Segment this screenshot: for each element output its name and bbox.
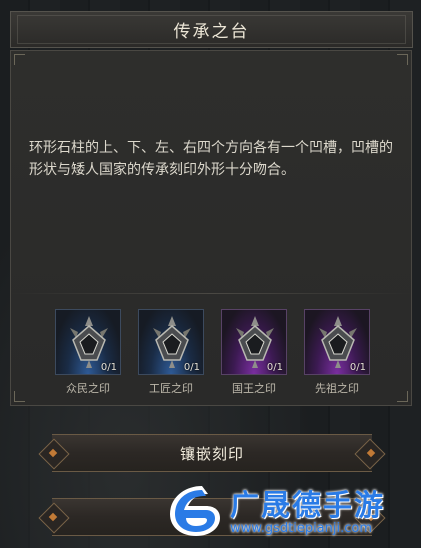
panel-divider [11,293,411,294]
seal-frame[interactable]: 0/1 [221,309,287,375]
seal-name: 先祖之印 [315,382,359,395]
watermark-url: www.gsdtiepianji.com [230,521,373,536]
seal-frame[interactable]: 0/1 [304,309,370,375]
seal-name: 工匠之印 [149,382,193,395]
seal-count: 0/1 [183,362,200,373]
panel-corner-ornament [14,391,25,402]
dialog-description: 环形石柱的上、下、左、右四个方向各有一个凹槽，凹槽的形状与矮人国家的传承刻印外形… [29,140,393,178]
seal-slot-list: 0/1 众民之印 0/1 工匠之印 0/1 国王之印 0/1 先祖之印 [55,309,375,399]
panel-corner-ornament [14,54,25,65]
watermark-logo-icon [170,486,220,536]
dialog-title: 传承之台 [173,22,250,42]
inlay-seal-button[interactable]: 镶嵌刻印 [38,434,386,472]
seal-frame[interactable]: 0/1 [138,309,204,375]
seal-slot-craftsman[interactable]: 0/1 工匠之印 [138,309,204,396]
dialog-title-bar: 传承之台 [10,11,413,48]
panel-corner-ornament [397,54,408,65]
panel-corner-ornament [397,391,408,402]
seal-slot-commoners[interactable]: 0/1 众民之印 [55,309,121,396]
seal-count: 0/1 [100,362,117,373]
seal-slot-king[interactable]: 0/1 国王之印 [221,309,287,396]
seal-count: 0/1 [266,362,283,373]
inlay-seal-button-label: 镶嵌刻印 [179,444,244,463]
seal-slot-ancestor[interactable]: 0/1 先祖之印 [304,309,370,396]
dialog-panel: 环形石柱的上、下、左、右四个方向各有一个凹槽，凹槽的形状与矮人国家的传承刻印外形… [10,50,412,406]
seal-name: 众民之印 [66,382,110,395]
seal-count: 0/1 [349,362,366,373]
seal-name: 国王之印 [232,382,276,395]
watermark: 广晟德手游 www.gsdtiepianji.com [162,476,421,548]
seal-frame[interactable]: 0/1 [55,309,121,375]
watermark-brand-name: 广晟德手游 [230,488,386,522]
